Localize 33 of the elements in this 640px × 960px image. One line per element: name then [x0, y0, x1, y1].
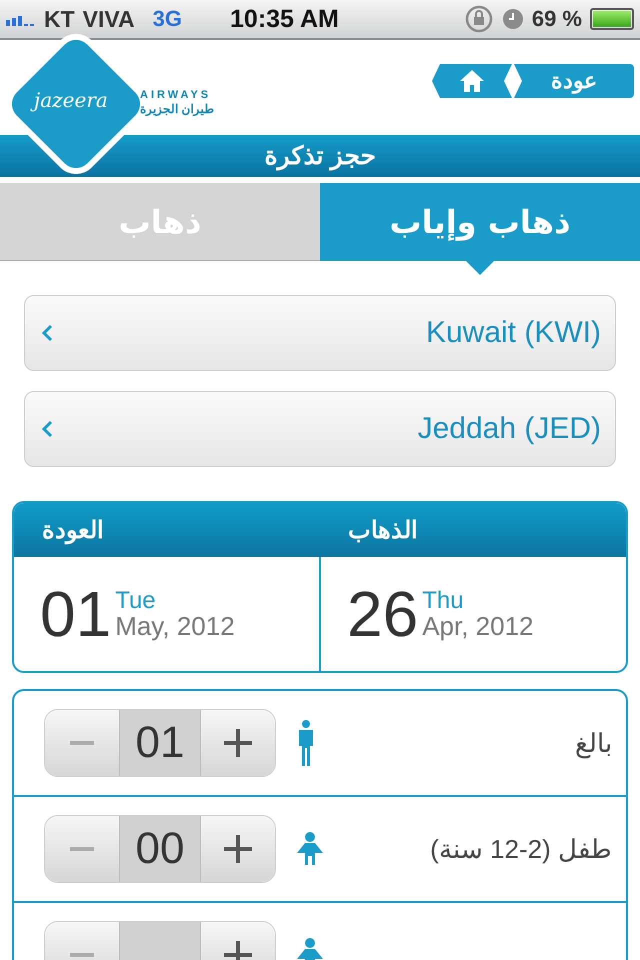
plus-icon	[224, 835, 252, 863]
plus-icon	[224, 729, 252, 757]
battery-percent: 69 %	[532, 6, 582, 32]
clock-time: 10:35 AM	[230, 4, 339, 34]
minus-icon	[70, 953, 94, 957]
carrier-name: VIVA	[82, 6, 135, 32]
date-heading: الذهاب	[347, 516, 419, 546]
passenger-label: طفل (2-12 سنة)	[430, 834, 612, 864]
home-icon	[459, 69, 485, 93]
tab-pointer	[464, 259, 496, 275]
minus-icon	[70, 741, 94, 745]
date-heading: العودة	[41, 516, 105, 546]
network-type: 3G	[152, 6, 182, 32]
passenger-label: بالغ	[575, 728, 612, 758]
logo-arabic-text: طيران الجزيرة	[140, 102, 214, 116]
clock-icon	[502, 8, 524, 30]
logo-subtitle: AIRWAYS	[140, 89, 212, 101]
carrier-name: KT	[44, 6, 75, 32]
plus-button[interactable]	[201, 710, 275, 776]
minus-icon	[70, 847, 94, 851]
back-button[interactable]: عودة	[514, 64, 634, 98]
airport-field[interactable]: Kuwait (KWI)	[24, 295, 616, 371]
passenger-count: 01	[119, 710, 201, 776]
chevron-left-icon	[41, 324, 53, 342]
airport-field[interactable]: Jeddah (JED)	[24, 391, 616, 467]
plus-button[interactable]	[201, 816, 275, 882]
page-title: حجز تذكرة	[264, 141, 376, 171]
battery-icon	[590, 8, 634, 30]
passenger-count: 00	[119, 816, 201, 882]
man-icon	[296, 720, 316, 766]
chevron-left-icon	[41, 420, 53, 438]
rotation-lock-icon	[464, 4, 494, 34]
child-icon	[296, 832, 324, 866]
